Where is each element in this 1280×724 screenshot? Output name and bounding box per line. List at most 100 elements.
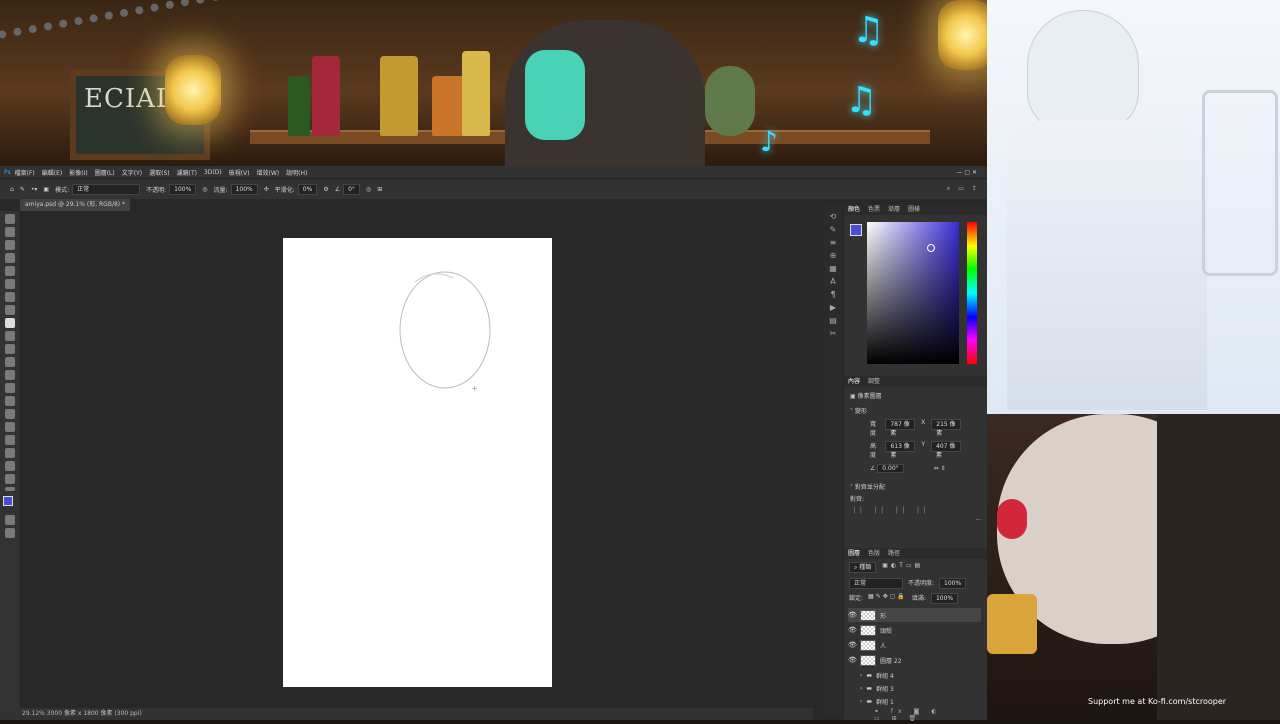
layer-opacity-field[interactable]: 100%: [939, 578, 967, 589]
eraser-tool-icon[interactable]: [5, 357, 15, 367]
align-buttons[interactable]: ▕▏▕▏▕▏▕▏: [844, 504, 987, 517]
foreground-color-swatch[interactable]: [3, 496, 13, 506]
paragraph-panel-icon[interactable]: ¶: [824, 288, 842, 301]
brush-panel-icon[interactable]: ✎: [824, 223, 842, 236]
airbrush-icon[interactable]: ✣: [264, 186, 269, 193]
angle-field[interactable]: 0°: [343, 183, 360, 195]
menu-view[interactable]: 檢視(V): [229, 168, 250, 177]
history-brush-tool-icon[interactable]: [5, 344, 15, 354]
tool-presets-panel-icon[interactable]: ✂: [824, 327, 842, 340]
document-tab[interactable]: amiya.psd @ 29.1% (形, RGB/8) *: [20, 199, 130, 211]
smoothing-field[interactable]: 0%: [297, 183, 318, 195]
brush-tool-icon[interactable]: [5, 318, 15, 328]
visibility-eye-icon[interactable]: 👁: [848, 626, 857, 634]
menu-image[interactable]: 影像(I): [69, 168, 87, 177]
character-panel-icon[interactable]: A: [824, 275, 842, 288]
crop-tool-icon[interactable]: [5, 266, 15, 276]
home-icon[interactable]: ⌂: [10, 186, 14, 193]
flip-icons[interactable]: ⇔ ⇕: [934, 465, 946, 472]
brush-settings-icon[interactable]: ▣: [43, 186, 49, 193]
menu-file[interactable]: 檔案(F): [15, 168, 35, 177]
chevron-right-icon[interactable]: ›: [860, 698, 862, 705]
zoom-tool-icon[interactable]: [5, 474, 15, 484]
width-field[interactable]: 787 像素: [885, 419, 916, 437]
mode-select[interactable]: 正常: [72, 183, 141, 195]
swatch-panel-icon[interactable]: ▦: [824, 262, 842, 275]
color-picker-field[interactable]: [867, 222, 959, 364]
rotate-angle-field[interactable]: 0.00°: [877, 464, 904, 473]
visibility-eye-icon[interactable]: 👁: [848, 611, 857, 619]
layer-row[interactable]: 👁 頭殼: [848, 623, 981, 637]
menu-edit[interactable]: 編輯(E): [42, 168, 62, 177]
blend-mode-select[interactable]: 正常: [849, 578, 903, 589]
layer-group-row[interactable]: › ▬ 群組 3: [848, 681, 981, 695]
stamp-tool-icon[interactable]: [5, 331, 15, 341]
hue-slider[interactable]: [967, 222, 977, 364]
quick-mask-icon[interactable]: [5, 515, 15, 525]
tab-swatches[interactable]: 色票: [864, 204, 884, 215]
shape-tool-icon[interactable]: [5, 448, 15, 458]
x-field[interactable]: 215 像素: [931, 419, 962, 437]
layer-group-row[interactable]: › ▬ 群組 1: [848, 694, 981, 708]
search-icon[interactable]: ⌕: [947, 185, 950, 193]
layer-row[interactable]: 👁 圖層 22: [848, 653, 981, 667]
color-picker-handle[interactable]: [927, 244, 935, 252]
visibility-eye-icon[interactable]: 👁: [848, 656, 857, 664]
layer-row[interactable]: 👁 形: [848, 608, 981, 622]
smoothing-settings-gear-icon[interactable]: ⚙: [323, 186, 328, 193]
frame-tool-icon[interactable]: [5, 279, 15, 289]
menu-select[interactable]: 選取(S): [149, 168, 170, 177]
layer-filter-kind[interactable]: ⌕ 種類: [849, 562, 877, 573]
pressure-size-icon[interactable]: ◎: [366, 186, 371, 193]
clone-source-panel-icon[interactable]: ⊕: [824, 249, 842, 262]
history-panel-icon[interactable]: ⟲: [824, 210, 842, 223]
move-tool-icon[interactable]: [5, 214, 15, 224]
layer-bottom-buttons[interactable]: ⚭ fx ◙ ◐ ▭ ⊞ 🗑: [844, 706, 987, 724]
magic-wand-tool-icon[interactable]: [5, 253, 15, 263]
marquee-tool-icon[interactable]: [5, 227, 15, 237]
opacity-field[interactable]: 100%: [169, 183, 197, 195]
brush-tool-icon[interactable]: ✎: [20, 186, 25, 193]
menu-layer[interactable]: 圖層(L): [95, 168, 115, 177]
share-icon[interactable]: ⇪: [972, 185, 977, 193]
menu-type[interactable]: 文字(Y): [122, 168, 142, 177]
layer-row[interactable]: 👁 人: [848, 638, 981, 652]
hand-tool-icon[interactable]: [5, 461, 15, 471]
more-options-icon[interactable]: ···: [844, 517, 987, 524]
lock-icons[interactable]: ▦✎✥▢🔒: [868, 593, 907, 604]
menu-filter[interactable]: 濾鏡(T): [177, 168, 197, 177]
visibility-eye-icon[interactable]: 👁: [848, 641, 857, 649]
foreground-color-chip[interactable]: [850, 224, 862, 236]
path-select-tool-icon[interactable]: [5, 435, 15, 445]
height-field[interactable]: 613 像素: [885, 441, 916, 459]
dodge-tool-icon[interactable]: [5, 396, 15, 406]
chevron-right-icon[interactable]: ›: [860, 672, 862, 679]
blur-tool-icon[interactable]: [5, 383, 15, 393]
pen-tool-icon[interactable]: [5, 409, 15, 419]
gradient-tool-icon[interactable]: [5, 370, 15, 380]
ps-logo[interactable]: Ps: [4, 169, 11, 176]
actions-panel-icon[interactable]: ▶: [824, 301, 842, 314]
layer-comps-panel-icon[interactable]: ▤: [824, 314, 842, 327]
brush-preset-picker[interactable]: •▾: [31, 186, 38, 193]
eyedropper-tool-icon[interactable]: [5, 292, 15, 302]
fill-field[interactable]: 100%: [930, 593, 959, 604]
type-tool-icon[interactable]: [5, 422, 15, 432]
layer-group-row[interactable]: › ▬ 群組 4: [848, 668, 981, 682]
screen-mode-icon[interactable]: [5, 528, 15, 538]
y-field[interactable]: 407 像素: [931, 441, 961, 459]
chevron-right-icon[interactable]: ›: [860, 685, 862, 692]
flow-field[interactable]: 100%: [230, 183, 258, 195]
tab-adjustments[interactable]: 調整: [864, 376, 884, 387]
menu-plugins[interactable]: 增效(W): [257, 168, 280, 177]
tab-layers[interactable]: 圖層: [844, 548, 864, 559]
tab-patterns[interactable]: 圖樣: [904, 204, 924, 215]
tab-color[interactable]: 顏色: [844, 204, 864, 215]
color-swatches[interactable]: [0, 494, 20, 512]
tab-properties[interactable]: 內容: [844, 376, 864, 387]
layer-filter-icons[interactable]: ▣◐T▭▤: [882, 562, 923, 573]
tab-paths[interactable]: 路徑: [884, 548, 904, 559]
document-canvas[interactable]: +: [283, 238, 552, 687]
menu-help[interactable]: 說明(H): [286, 168, 307, 177]
tab-channels[interactable]: 色版: [864, 548, 884, 559]
